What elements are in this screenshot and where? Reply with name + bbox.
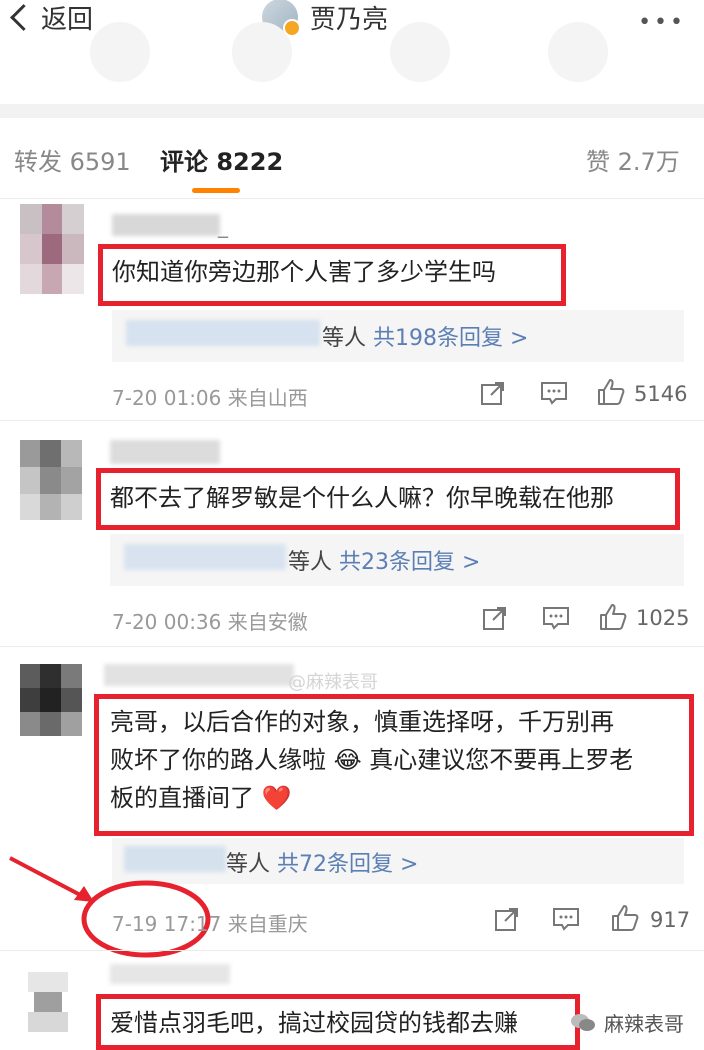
like-count: 1025	[636, 606, 690, 630]
view-replies-link[interactable]: 共72条回复 >	[277, 852, 418, 877]
avatar[interactable]	[28, 972, 68, 1032]
reply-summary: 等人 共72条回复 >	[226, 846, 418, 878]
username-blurred[interactable]	[104, 664, 294, 686]
share-button[interactable]	[480, 380, 506, 410]
faded-icon	[90, 22, 150, 82]
divider	[0, 950, 704, 951]
comment-text: 你知道你旁边那个人害了多少学生吗	[112, 258, 496, 286]
watermark-text: @麻辣表哥	[288, 672, 378, 693]
avatar[interactable]	[20, 204, 84, 296]
watermark-label: 麻辣表哥	[604, 1012, 684, 1036]
reply-summary: 等人 共198条回复 >	[322, 320, 528, 352]
view-replies-link[interactable]: 共198条回复 >	[373, 326, 528, 351]
comment-meta: 7-19 17:17 来自重庆	[112, 908, 308, 937]
replier-names-blurred	[124, 544, 286, 570]
chevron-left-icon	[10, 3, 37, 31]
tab-likes[interactable]: 赞 2.7万	[586, 142, 680, 177]
replier-names-blurred	[126, 320, 320, 346]
share-icon	[481, 382, 504, 405]
back-button[interactable]: 返回	[8, 0, 94, 35]
share-button[interactable]	[482, 605, 508, 635]
divider	[0, 646, 704, 647]
like-button[interactable]	[598, 602, 628, 636]
comment-meta: 7-20 01:06 来自山西	[112, 382, 308, 411]
comment-text-line: 亮哥，以后合作的对象，慎重选择呀，千万别再	[110, 708, 614, 736]
like-button[interactable]	[596, 377, 626, 411]
reply-summary: 等人 共23条回复 >	[288, 544, 480, 576]
thumbs-up-icon	[612, 905, 639, 931]
comment-source: 来自安徽	[227, 610, 308, 634]
back-label: 返回	[41, 4, 94, 35]
reply-suffix: 等人	[288, 550, 333, 575]
more-menu-button[interactable]: •••	[638, 10, 686, 35]
comment-source: 来自山西	[227, 386, 308, 410]
comment-meta: 7-20 00:36 来自安徽	[112, 606, 308, 635]
tab-comments[interactable]: 评论 8222	[160, 142, 283, 177]
like-count: 917	[650, 908, 691, 932]
divider	[0, 198, 704, 199]
faded-icon	[232, 22, 292, 82]
watermark: 麻辣表哥	[570, 1008, 684, 1037]
comment-button[interactable]	[542, 605, 570, 635]
faded-icon	[548, 22, 608, 82]
tab-reposts[interactable]: 转发 6591	[14, 142, 131, 177]
username-blurred[interactable]	[112, 214, 220, 236]
faded-icon	[390, 22, 450, 82]
like-button[interactable]	[610, 903, 640, 937]
share-icon	[495, 908, 518, 931]
section-divider	[0, 104, 704, 118]
like-count: 5146	[634, 382, 688, 406]
comment-icon	[543, 607, 569, 630]
comment-time: 7-20 00:36	[112, 610, 222, 634]
share-icon	[483, 607, 506, 630]
comment-text-line: 板的直播间了 ❤️	[110, 784, 292, 812]
reply-suffix: 等人	[226, 852, 271, 877]
username-suffix: _	[218, 214, 228, 238]
avatar[interactable]	[20, 440, 82, 520]
comment-button[interactable]	[540, 380, 568, 410]
annotation-arrow-icon	[9, 856, 211, 958]
thumbs-up-icon	[598, 379, 625, 405]
comment-text: 都不去了解罗敏是个什么人嘛？你早晚载在他那	[110, 484, 614, 512]
comment-time: 7-19 17:17	[112, 912, 222, 936]
avatar[interactable]	[20, 664, 82, 736]
comment-text: 爱惜点羽毛吧，搞过校园贷的钱都去赚	[110, 1009, 518, 1037]
username-blurred[interactable]	[110, 964, 230, 984]
comment-icon	[553, 908, 579, 931]
page-title: 贾乃亮	[310, 4, 389, 35]
share-button[interactable]	[494, 906, 520, 936]
reply-suffix: 等人	[322, 326, 367, 351]
username-blurred[interactable]	[110, 440, 220, 464]
comment-button[interactable]	[552, 906, 580, 936]
comment-time: 7-20 01:06	[112, 386, 222, 410]
wechat-icon	[571, 1013, 595, 1031]
thumbs-up-icon	[600, 604, 627, 630]
comment-icon	[541, 382, 567, 405]
divider	[0, 420, 704, 421]
view-replies-link[interactable]: 共23条回复 >	[339, 550, 480, 575]
comment-text-line: 败坏了你的路人缘啦 😂 真心建议您不要再上罗老	[110, 746, 634, 774]
active-tab-indicator	[192, 188, 240, 193]
comment-source: 来自重庆	[227, 912, 308, 936]
